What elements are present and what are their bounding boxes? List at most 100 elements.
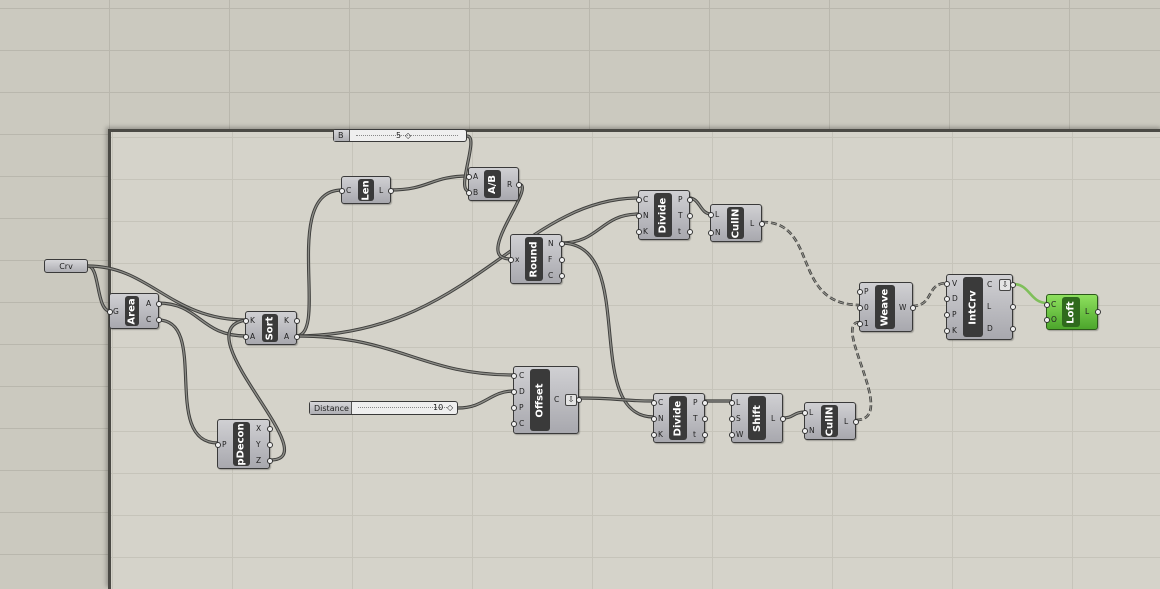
division-title: A/B <box>487 174 499 194</box>
culln-bottom-input-port[interactable] <box>802 428 808 434</box>
divide-bottom-output-port[interactable] <box>702 400 708 406</box>
pdecon-output-port[interactable] <box>267 442 273 448</box>
shift-output-port[interactable] <box>780 416 786 422</box>
len-input-port[interactable] <box>339 188 345 194</box>
divide-top-output-port[interactable] <box>687 229 693 235</box>
shift-input-port[interactable] <box>729 432 735 438</box>
division-output-port[interactable] <box>516 182 522 188</box>
shift-core: Shift <box>748 396 766 440</box>
sort-input-port[interactable] <box>243 334 249 340</box>
weave-component[interactable]: Weave P 0 1 W <box>857 282 916 332</box>
intcrv-input-port[interactable] <box>944 296 950 302</box>
intcrv-output-port[interactable] <box>1010 326 1016 332</box>
weave-input-label: 0 <box>864 303 869 312</box>
intcrv-output-port[interactable] <box>1010 282 1016 288</box>
round-output-port[interactable] <box>559 257 565 263</box>
division-input-port[interactable] <box>466 174 472 180</box>
loft-title: Loft <box>1065 300 1077 324</box>
diamond-icon[interactable]: ◇ <box>447 403 453 413</box>
diamond-icon[interactable]: ◇ <box>405 131 411 141</box>
len-component[interactable]: Len C L <box>339 176 394 204</box>
divide-bottom-input-port[interactable] <box>651 432 657 438</box>
pdecon-input-port[interactable] <box>215 442 221 448</box>
offset-input-port[interactable] <box>511 389 517 395</box>
intcrv-core: IntCrv <box>963 277 983 337</box>
round-output-port[interactable] <box>559 241 565 247</box>
intcrv-component[interactable]: IntCrv V D P K C L D ⇩ <box>944 274 1016 340</box>
offset-input-port[interactable] <box>511 421 517 427</box>
crv-param[interactable]: Crv <box>44 259 88 273</box>
offset-component[interactable]: Offset C D P C C ⇩ <box>511 366 582 434</box>
sort-component[interactable]: Sort K A K A <box>243 311 300 345</box>
loft-input-port[interactable] <box>1044 317 1050 323</box>
loft-output-port[interactable] <box>1095 309 1101 315</box>
culln-top-output-port[interactable] <box>759 221 765 227</box>
division-component[interactable]: A/B A B R <box>466 167 522 201</box>
culln-top-input-port[interactable] <box>708 212 714 218</box>
pdecon-output-port[interactable] <box>267 458 273 464</box>
shift-input-port[interactable] <box>729 416 735 422</box>
shift-component[interactable]: Shift L S W L <box>729 393 786 443</box>
divide-top-input-port[interactable] <box>636 229 642 235</box>
sort-output-port[interactable] <box>294 318 300 324</box>
offset-output-port[interactable] <box>576 397 582 403</box>
grasshopper-canvas[interactable]: Crv B 5 ◇ Distance 10 ◇ Area G A C Sort … <box>0 0 1160 589</box>
pdecon-component[interactable]: pDecon P X Y Z <box>215 419 273 469</box>
pdecon-output-port[interactable] <box>267 426 273 432</box>
offset-input-port[interactable] <box>511 405 517 411</box>
intcrv-input-port[interactable] <box>944 312 950 318</box>
area-output-port[interactable] <box>156 317 162 323</box>
divide-component-bottom[interactable]: Divide C N K P T t <box>651 393 708 443</box>
weave-input-port[interactable] <box>857 321 863 327</box>
loft-component[interactable]: Loft C O L <box>1044 294 1101 330</box>
weave-output-port[interactable] <box>910 305 916 311</box>
division-input-port[interactable] <box>466 190 472 196</box>
culln-bottom-output-port[interactable] <box>853 419 859 425</box>
len-output-port[interactable] <box>388 188 394 194</box>
offset-input-label: P <box>519 403 524 412</box>
area-output-label: C <box>146 315 152 324</box>
divide-bottom-output-port[interactable] <box>702 416 708 422</box>
weave-core: Weave <box>875 285 895 329</box>
b-slider[interactable]: B 5 ◇ <box>333 129 467 142</box>
offset-input-port[interactable] <box>511 373 517 379</box>
distance-slider[interactable]: Distance 10 ◇ <box>309 401 458 415</box>
weave-output-label: W <box>899 303 907 312</box>
divide-top-output-port[interactable] <box>687 213 693 219</box>
divide-bottom-input-port[interactable] <box>651 400 657 406</box>
area-output-port[interactable] <box>156 301 162 307</box>
divide-top-input-port[interactable] <box>636 213 642 219</box>
pdecon-output-label: X <box>256 424 262 433</box>
shift-input-port[interactable] <box>729 400 735 406</box>
sort-input-label: K <box>250 316 255 325</box>
intcrv-input-label: D <box>952 294 958 303</box>
loft-input-port[interactable] <box>1044 302 1050 308</box>
divide-bottom-output-port[interactable] <box>702 432 708 438</box>
sort-output-port[interactable] <box>294 334 300 340</box>
weave-input-port[interactable] <box>857 289 863 295</box>
divide-bottom-output-label: T <box>693 414 698 423</box>
round-input-port[interactable] <box>508 257 514 263</box>
sort-input-port[interactable] <box>243 318 249 324</box>
culln-bottom-input-port[interactable] <box>802 410 808 416</box>
divide-component-top[interactable]: Divide C N K P T t <box>636 190 693 240</box>
divide-top-output-port[interactable] <box>687 197 693 203</box>
round-input-label: x <box>515 255 520 264</box>
weave-input-port[interactable] <box>857 305 863 311</box>
divide-bottom-input-port[interactable] <box>651 416 657 422</box>
divide-top-input-port[interactable] <box>636 197 642 203</box>
intcrv-input-port[interactable] <box>944 328 950 334</box>
intcrv-input-port[interactable] <box>944 281 950 287</box>
wire-crv-area <box>87 264 111 313</box>
culln-top-input-label: L <box>715 210 720 219</box>
area-input-port[interactable] <box>107 309 113 315</box>
round-component[interactable]: Round x N F C <box>508 234 565 284</box>
round-output-port[interactable] <box>559 273 565 279</box>
wire-area-pdecon <box>157 318 219 445</box>
culln-top-input-port[interactable] <box>708 230 714 236</box>
intcrv-output-port[interactable] <box>1010 304 1016 310</box>
culln-component-bottom[interactable]: CullN L N L <box>802 402 859 440</box>
area-component[interactable]: Area G A C <box>107 293 162 329</box>
culln-component-top[interactable]: CullN L N L <box>708 204 765 242</box>
area-output-label: A <box>146 299 152 308</box>
